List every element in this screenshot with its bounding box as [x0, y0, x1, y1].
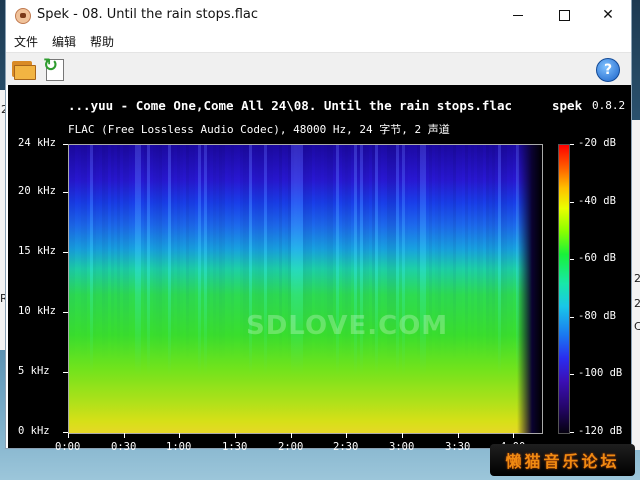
menu-edit[interactable]: 编辑: [52, 33, 76, 50]
toolbar: ↻ ?: [6, 52, 631, 85]
x-tick-label: 3:00: [389, 441, 415, 453]
x-tick-label: 1:30: [222, 441, 248, 453]
db-tick: [570, 202, 574, 203]
maximize-icon: [558, 9, 570, 21]
db-tick-label: -60 dB: [578, 252, 616, 264]
y-tick-label: 10 kHz: [18, 305, 56, 317]
x-tick-label: 3:30: [445, 441, 471, 453]
save-spectrogram-button[interactable]: ↻: [43, 57, 67, 81]
x-tick: [402, 433, 403, 438]
x-tick: [124, 433, 125, 438]
file-path-label: ...yuu - Come One,Come All 24\08. Until …: [68, 98, 513, 113]
background-window-right: [631, 120, 640, 450]
y-tick: [63, 372, 68, 373]
y-tick-label: 15 kHz: [18, 245, 56, 257]
db-tick: [570, 317, 574, 318]
y-tick-label: 5 kHz: [18, 365, 50, 377]
menu-bar: 文件 编辑 帮助: [6, 30, 631, 52]
watermark-text: SDLOVE.COM: [246, 311, 449, 341]
spectrogram-end-fade: [517, 145, 542, 433]
db-colorbar: [558, 144, 570, 434]
x-tick: [179, 433, 180, 438]
minimize-button[interactable]: [495, 0, 541, 30]
db-tick: [570, 259, 574, 260]
y-tick: [63, 192, 68, 193]
close-button[interactable]: ✕: [585, 0, 631, 30]
spek-app-icon: [15, 8, 31, 24]
x-tick: [291, 433, 292, 438]
format-info-label: FLAC (Free Lossless Audio Codec), 48000 …: [68, 123, 450, 136]
background-text-fragment: 2: [634, 297, 640, 310]
minimize-icon: [513, 14, 523, 16]
y-tick-label: 0 kHz: [18, 425, 50, 437]
y-tick: [63, 144, 68, 145]
spectrogram-plot: [68, 144, 543, 434]
menu-help[interactable]: 帮助: [90, 33, 114, 50]
y-tick: [63, 252, 68, 253]
x-tick-label: 2:00: [278, 441, 304, 453]
menu-file[interactable]: 文件: [14, 33, 38, 50]
db-tick-label: -20 dB: [578, 137, 616, 149]
background-text-fragment: 2: [634, 272, 640, 285]
db-tick-label: -120 dB: [578, 425, 623, 437]
x-tick: [458, 433, 459, 438]
x-tick-label: 0:00: [55, 441, 81, 453]
spectrogram-panel: ...yuu - Come One,Come All 24\08. Until …: [8, 85, 631, 453]
db-tick-label: -100 dB: [578, 367, 623, 379]
x-tick: [68, 433, 69, 438]
x-tick: [513, 433, 514, 438]
db-tick: [570, 374, 574, 375]
y-tick-label: 24 kHz: [18, 137, 56, 149]
db-tick: [570, 432, 574, 433]
background-text-fragment: C: [634, 320, 640, 333]
help-icon: ?: [603, 62, 613, 78]
db-tick-label: -80 dB: [578, 310, 616, 322]
y-tick: [63, 312, 68, 313]
open-file-button[interactable]: [11, 58, 36, 80]
x-tick-label: 2:30: [333, 441, 359, 453]
app-name-label: spek: [552, 98, 583, 113]
window-title: Spek - 08. Until the rain stops.flac: [37, 7, 259, 22]
x-tick: [235, 433, 236, 438]
close-icon: ✕: [602, 7, 614, 23]
title-bar[interactable]: Spek - 08. Until the rain stops.flac ✕: [6, 0, 631, 30]
forum-watermark-badge: 懒猫音乐论坛: [490, 444, 635, 476]
db-tick-label: -40 dB: [578, 195, 616, 207]
x-tick-label: 1:00: [166, 441, 192, 453]
x-tick: [346, 433, 347, 438]
x-tick-label: 0:30: [111, 441, 137, 453]
help-button[interactable]: ?: [596, 58, 620, 82]
spek-window: Spek - 08. Until the rain stops.flac ✕ 文…: [6, 0, 631, 453]
y-tick-label: 20 kHz: [18, 185, 56, 197]
maximize-button[interactable]: [541, 0, 587, 30]
version-label: 0.8.2: [592, 99, 626, 112]
db-tick: [570, 144, 574, 145]
